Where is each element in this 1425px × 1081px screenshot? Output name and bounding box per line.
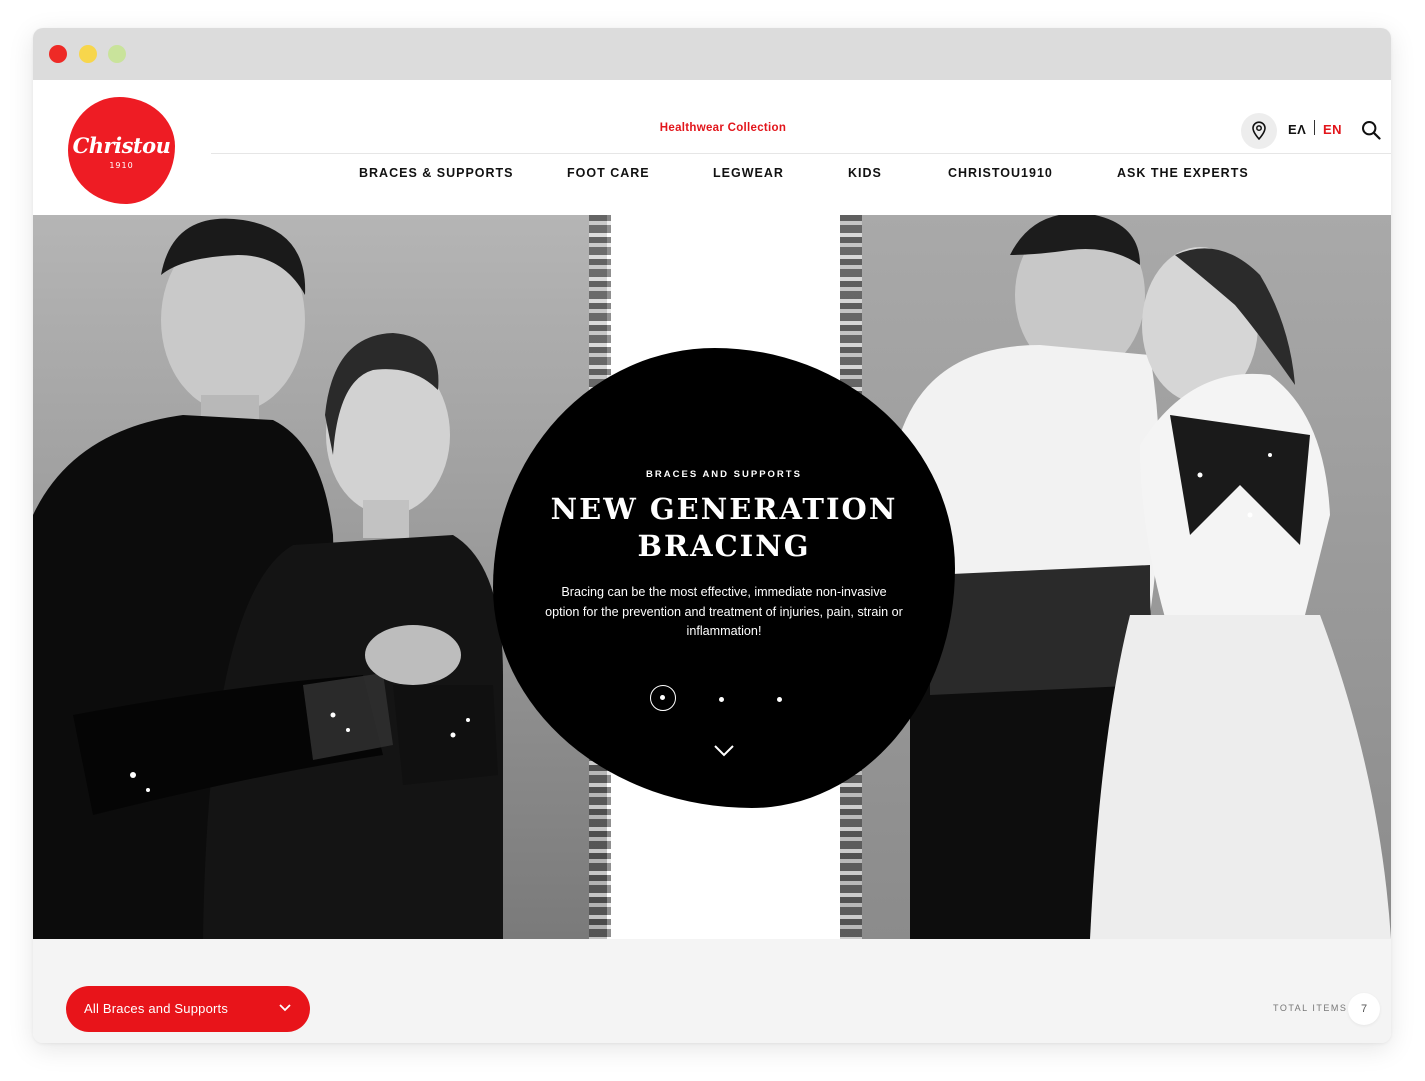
slide-dot-3[interactable] [777,697,782,702]
language-english[interactable]: EN [1323,122,1342,137]
filter-label: All Braces and Supports [84,1001,229,1016]
nav-christou1910[interactable]: CHRISTOU1910 [948,166,1053,180]
nav-legwear[interactable]: LEGWEAR [713,166,784,180]
language-divider [1314,120,1315,135]
slide-dot-1[interactable] [650,685,676,711]
close-window-button[interactable] [49,45,67,63]
nav-kids[interactable]: KIDS [848,166,882,180]
hero-description: Bracing can be the most effective, immed… [545,585,903,638]
logo-year: 1910 [109,161,134,170]
minimize-window-button[interactable] [79,45,97,63]
chevron-down-icon [279,1004,291,1012]
hero-section: BRACES AND SUPPORTS NEW GENERATION BRACI… [33,215,1391,939]
hero-eyebrow: BRACES AND SUPPORTS [646,469,802,480]
slide-dot-1-center [659,694,665,700]
nav-ask-the-experts[interactable]: ASK THE EXPERTS [1117,166,1249,180]
language-greek[interactable]: ΕΛ [1288,122,1306,137]
total-items-count: 7 [1348,993,1380,1025]
nav-braces-supports[interactable]: BRACES & SUPPORTS [359,166,514,180]
brand-logo[interactable]: Christou 1910 [68,97,175,204]
maximize-window-button[interactable] [108,45,126,63]
category-filter-dropdown[interactable]: All Braces and Supports [66,986,310,1032]
search-icon[interactable] [1361,120,1381,140]
nav-foot-care[interactable]: FOOT CARE [567,166,650,180]
window-titlebar [33,28,1391,80]
listing-toolbar: All Braces and Supports TOTAL ITEMS 7 [33,939,1391,1043]
total-items-label: TOTAL ITEMS [1273,1003,1348,1013]
collection-link[interactable]: Healthwear Collection [593,122,853,134]
slide-dot-2[interactable] [719,697,724,702]
header-divider [211,153,1391,154]
slide-pager [493,685,955,715]
store-locator-button[interactable] [1241,113,1277,149]
hero-title: NEW GENERATION BRACING [550,492,898,563]
browser-window: Christou 1910 Healthwear Collection ΕΛ E… [33,28,1391,1043]
chevron-down-icon[interactable] [713,744,735,758]
logo-wordmark: Christou [72,133,171,158]
map-pin-icon [1252,121,1266,141]
site-header: Christou 1910 Healthwear Collection ΕΛ E… [33,80,1391,215]
